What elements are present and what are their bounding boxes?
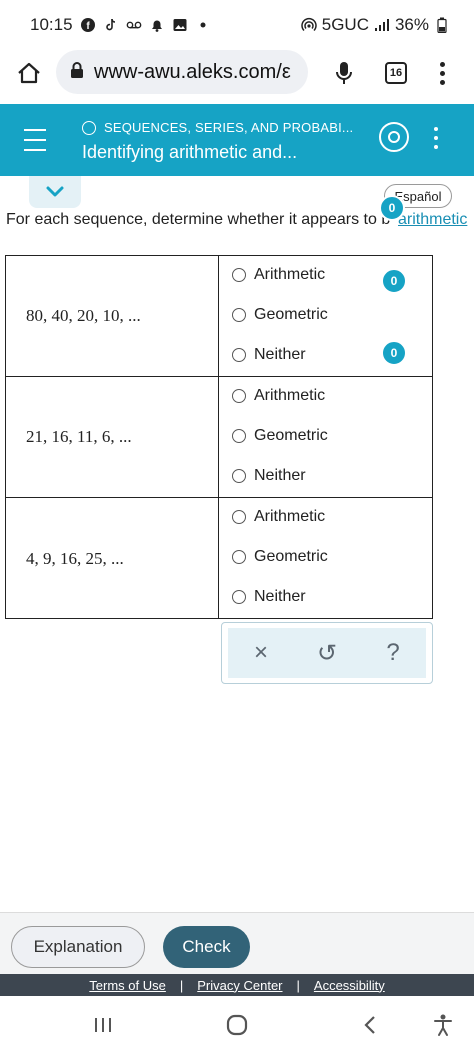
topic-row: SEQUENCES, SERIES, AND PROBABI... (82, 120, 353, 135)
option-label: Neither (254, 588, 306, 605)
radio-button[interactable] (232, 590, 246, 604)
option-geometric[interactable]: Geometric (232, 427, 328, 445)
footer-divider: | (296, 977, 300, 993)
browser-menu-icon[interactable] (432, 58, 452, 88)
home-nav-icon[interactable] (222, 1010, 252, 1040)
option-label: Neither (254, 346, 306, 363)
table-row: 4, 9, 16, 25, ... Arithmetic Geometric N… (6, 498, 432, 619)
system-nav-bar (0, 996, 474, 1053)
option-neither[interactable]: Neither (232, 467, 306, 485)
option-geometric[interactable]: Geometric (232, 306, 328, 324)
hotspot-icon (301, 17, 317, 33)
option-label: Arithmetic (254, 387, 326, 404)
radio-button[interactable] (232, 308, 246, 322)
sequence-cell: 4, 9, 16, 25, ... (6, 498, 219, 619)
terms-link[interactable]: Terms of Use (89, 978, 166, 993)
browser-bar: www-awu.aleks.com/ε 16 (0, 50, 474, 98)
status-left: 10:15 f (30, 15, 211, 35)
accessibility-icon[interactable] (428, 1010, 458, 1040)
radio-button[interactable] (232, 469, 246, 483)
answer-tools: × ↺ ? (221, 622, 433, 684)
chevron-down-icon (46, 186, 64, 197)
gallery-icon (172, 17, 188, 33)
options-cell: Arithmetic Geometric Neither (219, 377, 432, 497)
option-label: Neither (254, 467, 306, 484)
topic-label: SEQUENCES, SERIES, AND PROBABI... (104, 120, 354, 135)
option-label: Arithmetic (254, 266, 326, 283)
option-label: Geometric (254, 548, 328, 565)
collapse-toggle[interactable] (29, 176, 81, 208)
status-time: 10:15 (30, 15, 73, 34)
page-title: Identifying arithmetic and... (82, 142, 298, 162)
battery-label: 36% (394, 15, 429, 34)
check-button[interactable]: Check (163, 926, 250, 968)
radio-button[interactable] (232, 510, 246, 524)
clear-button[interactable]: × (241, 633, 281, 673)
explanation-button[interactable]: Explanation (11, 926, 145, 968)
topic-circle-icon (82, 120, 96, 135)
radio-button[interactable] (232, 389, 246, 403)
options-cell: Arithmetic Geometric Neither (219, 256, 432, 376)
option-label: Arithmetic (254, 508, 326, 525)
status-right: 5GUC 36% (301, 15, 450, 35)
alarm-icon (149, 17, 165, 33)
header-more-icon[interactable] (432, 127, 440, 149)
home-icon[interactable] (14, 58, 44, 88)
tools-panel: × ↺ ? (228, 628, 426, 678)
back-icon[interactable] (355, 1010, 385, 1040)
option-arithmetic[interactable]: Arithmetic (232, 508, 325, 526)
screen: 10:15 f 5GUC 36% www-awu.aleks.com/ε 16 … (0, 0, 474, 1053)
option-neither[interactable]: Neither (232, 346, 306, 364)
sequence-cell: 21, 16, 11, 6, ... (6, 377, 219, 497)
hamburger-menu-icon[interactable] (24, 129, 46, 151)
sequence-cell: 80, 40, 20, 10, ... (6, 256, 219, 376)
status-bar: 10:15 f 5GUC 36% (0, 0, 474, 50)
radio-button[interactable] (232, 268, 246, 282)
accessibility-link[interactable]: Accessibility (314, 978, 385, 993)
radio-button[interactable] (232, 550, 246, 564)
radio-button[interactable] (232, 429, 246, 443)
dot-icon (195, 17, 211, 33)
lock-icon (70, 61, 84, 84)
option-geometric[interactable]: Geometric (232, 548, 328, 566)
question-table: 80, 40, 20, 10, ... Arithmetic Geometric… (5, 255, 433, 619)
radio-button[interactable] (232, 348, 246, 362)
url-text: www-awu.aleks.com/ε (94, 60, 291, 83)
progress-ring-icon[interactable] (379, 122, 409, 152)
network-label: 5GUC (321, 15, 369, 34)
voicemail-icon (126, 17, 142, 33)
footer-bar: Terms of Use | Privacy Center | Accessib… (0, 974, 474, 996)
option-label: Geometric (254, 427, 328, 444)
option-label: Geometric (254, 306, 328, 323)
table-row: 21, 16, 11, 6, ... Arithmetic Geometric … (6, 377, 432, 498)
action-bar: Explanation Check (0, 912, 474, 974)
tab-count-button[interactable]: 16 (385, 62, 407, 84)
signal-icon (374, 17, 390, 33)
microphone-icon[interactable] (333, 58, 355, 88)
recent-apps-icon[interactable] (88, 1010, 118, 1040)
privacy-link[interactable]: Privacy Center (197, 978, 282, 993)
annotation-badge[interactable]: 0 (379, 195, 405, 221)
option-neither[interactable]: Neither (232, 588, 306, 606)
options-cell: Arithmetic Geometric Neither (219, 498, 432, 619)
address-bar[interactable]: www-awu.aleks.com/ε (56, 50, 308, 94)
tiktok-icon (103, 17, 119, 33)
help-button[interactable]: ? (373, 633, 413, 673)
option-arithmetic[interactable]: Arithmetic (232, 387, 325, 405)
option-arithmetic[interactable]: Arithmetic (232, 266, 325, 284)
table-row: 80, 40, 20, 10, ... Arithmetic Geometric… (6, 256, 432, 377)
footer-divider: | (179, 977, 184, 993)
arithmetic-link[interactable]: arithmetic (398, 211, 467, 229)
battery-icon (434, 17, 450, 33)
undo-button[interactable]: ↺ (307, 633, 347, 673)
facebook-icon: f (80, 17, 96, 33)
